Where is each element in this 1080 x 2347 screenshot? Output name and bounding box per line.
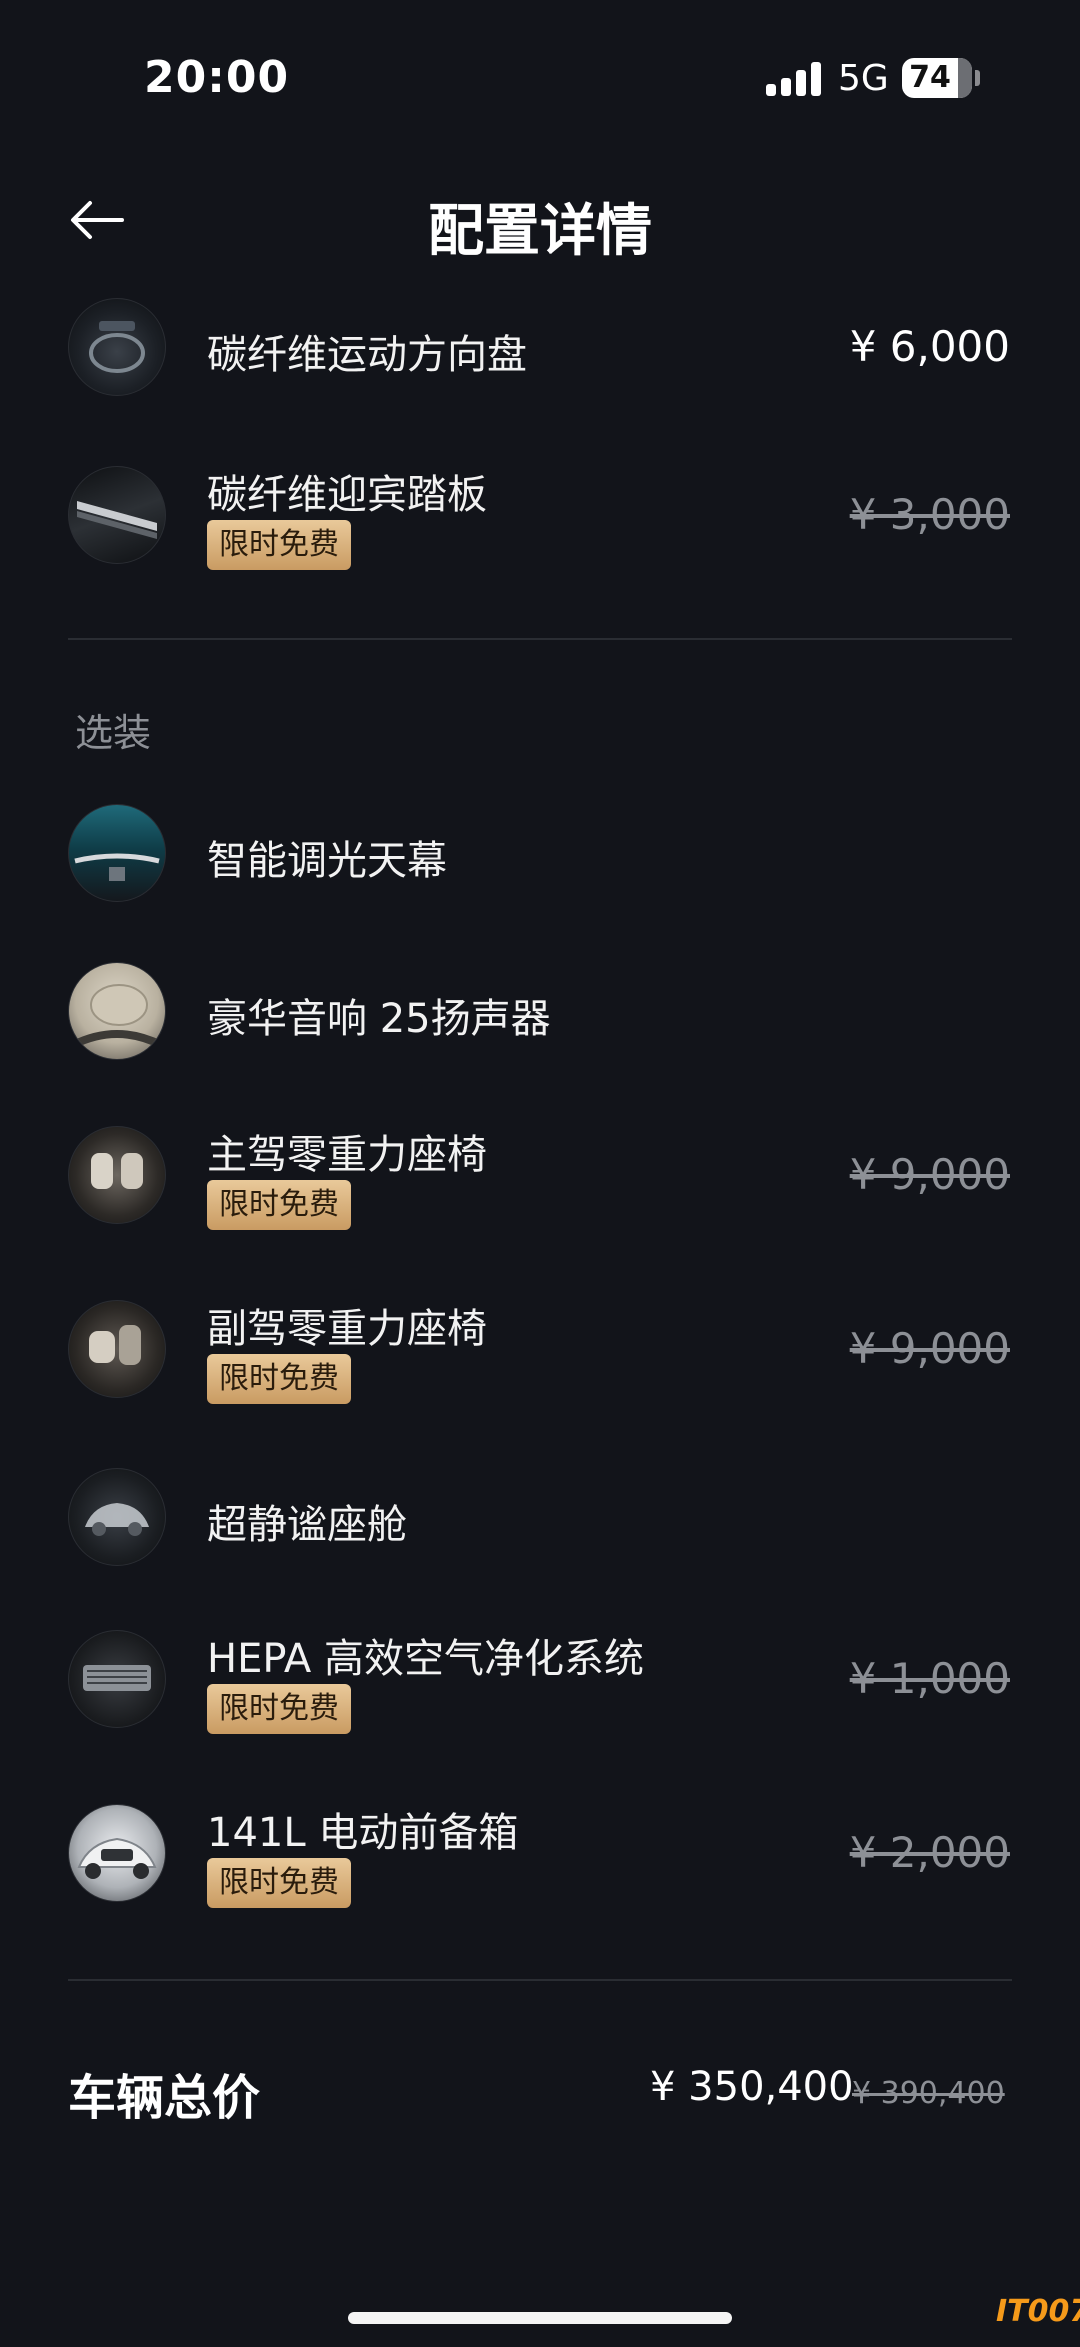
total-price: ¥ 350,400 (650, 2064, 854, 2110)
section-label-optional: 选装 (75, 711, 152, 755)
signal-icon (766, 62, 822, 96)
item-name: 141L 电动前备箱 (207, 1810, 519, 1856)
battery-tip (975, 70, 980, 86)
free-badge: 限时免费 (207, 1858, 351, 1908)
config-item: 碳纤维迎宾踏板 限时免费 ¥ 3,000 (0, 462, 1080, 572)
config-item: 141L 电动前备箱 限时免费 ¥ 2,000 (0, 1800, 1080, 1910)
free-badge: 限时免费 (207, 1354, 351, 1404)
item-name: 副驾零重力座椅 (207, 1306, 487, 1352)
item-name: 豪华音响 25扬声器 (207, 996, 551, 1042)
nav-bar: 配置详情 (0, 170, 1080, 270)
item-name: 超静谧座舱 (207, 1502, 407, 1548)
item-original-price: ¥ 2,000 (849, 1828, 1010, 1877)
config-item: 豪华音响 25扬声器 (0, 962, 1080, 1060)
section-divider (68, 638, 1012, 640)
item-price: ¥ 6,000 (849, 322, 1010, 371)
config-item: 副驾零重力座椅 限时免费 ¥ 9,000 (0, 1296, 1080, 1406)
quiet-cabin-thumbnail (68, 1468, 166, 1566)
front-trunk-thumbnail (68, 1804, 166, 1902)
item-name: 智能调光天幕 (207, 838, 447, 884)
page-title: 配置详情 (428, 199, 652, 264)
config-item: 碳纤维运动方向盘 ¥ 6,000 (0, 298, 1080, 396)
item-original-price: ¥ 9,000 (849, 1150, 1010, 1199)
free-badge: 限时免费 (207, 520, 351, 570)
driver-seat-thumbnail (68, 1126, 166, 1224)
item-original-price: ¥ 9,000 (849, 1324, 1010, 1373)
item-name: 主驾零重力座椅 (207, 1132, 487, 1178)
sunroof-thumbnail (68, 804, 166, 902)
air-purifier-thumbnail (68, 1630, 166, 1728)
item-name: 碳纤维运动方向盘 (207, 332, 527, 378)
speaker-thumbnail (68, 962, 166, 1060)
network-type: 5G (838, 58, 889, 99)
total-original-price: ¥ 390,400 (852, 2076, 1005, 2111)
item-name: 碳纤维迎宾踏板 (207, 472, 487, 518)
status-time: 20:00 (144, 52, 290, 103)
battery-icon: 74 (902, 58, 972, 98)
item-original-price: ¥ 1,000 (849, 1654, 1010, 1703)
item-name: HEPA 高效空气净化系统 (207, 1636, 644, 1682)
steering-wheel-thumbnail (68, 298, 166, 396)
battery-level: 74 (909, 60, 951, 95)
home-indicator[interactable] (348, 2312, 732, 2324)
free-badge: 限时免费 (207, 1180, 351, 1230)
status-bar: 20:00 5G 74 (0, 0, 1080, 150)
item-original-price: ¥ 3,000 (849, 490, 1010, 539)
free-badge: 限时免费 (207, 1684, 351, 1734)
total-label: 车辆总价 (68, 2070, 261, 2126)
watermark-logo: IT007 (996, 2294, 1080, 2329)
section-divider (68, 1979, 1012, 1981)
door-sill-thumbnail (68, 466, 166, 564)
config-item: 超静谧座舱 (0, 1468, 1080, 1566)
config-item: 智能调光天幕 (0, 804, 1080, 902)
config-item: 主驾零重力座椅 限时免费 ¥ 9,000 (0, 1122, 1080, 1232)
passenger-seat-thumbnail (68, 1300, 166, 1398)
config-item: HEPA 高效空气净化系统 限时免费 ¥ 1,000 (0, 1626, 1080, 1736)
